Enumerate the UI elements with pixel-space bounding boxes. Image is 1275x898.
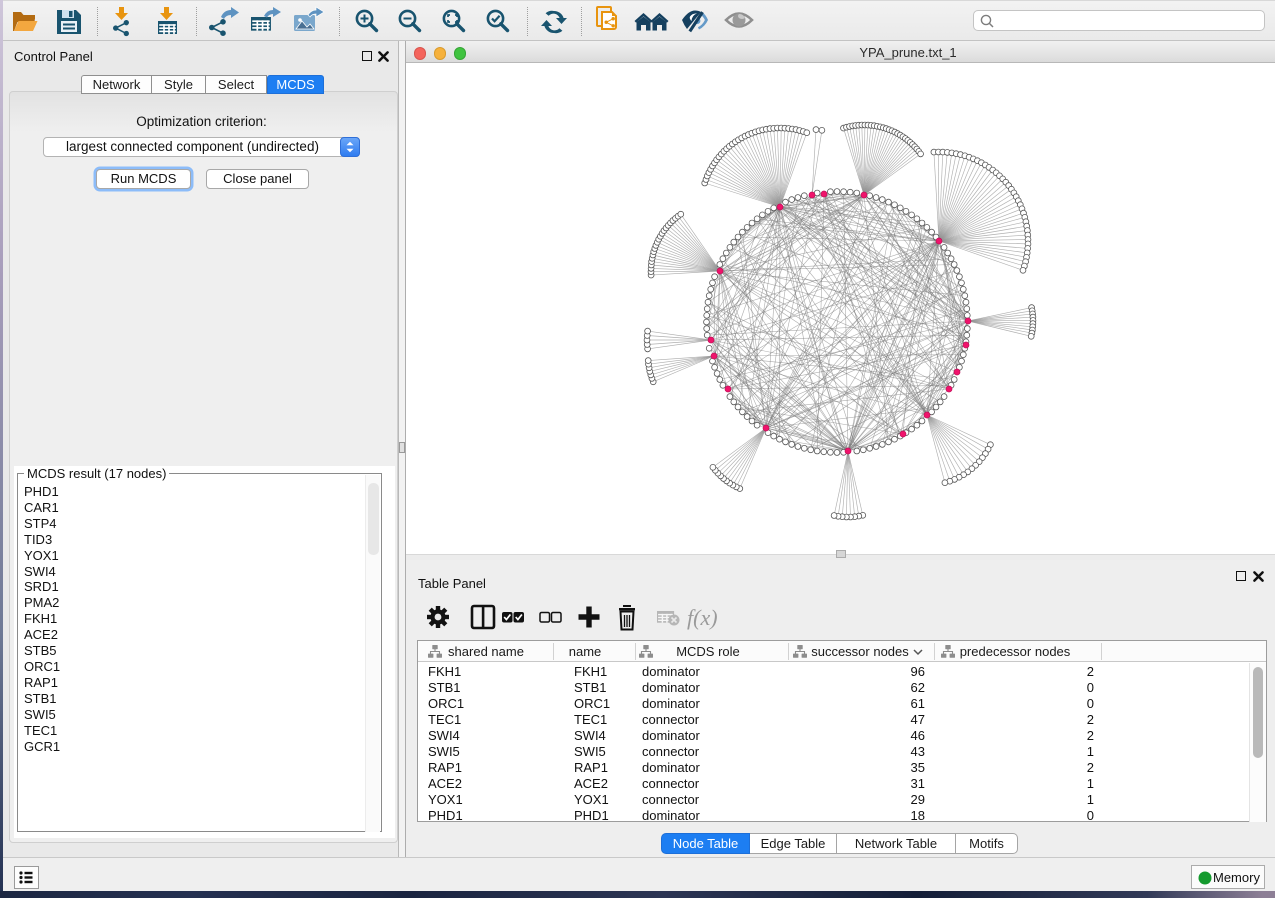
svg-text:f(x): f(x) (687, 605, 718, 630)
